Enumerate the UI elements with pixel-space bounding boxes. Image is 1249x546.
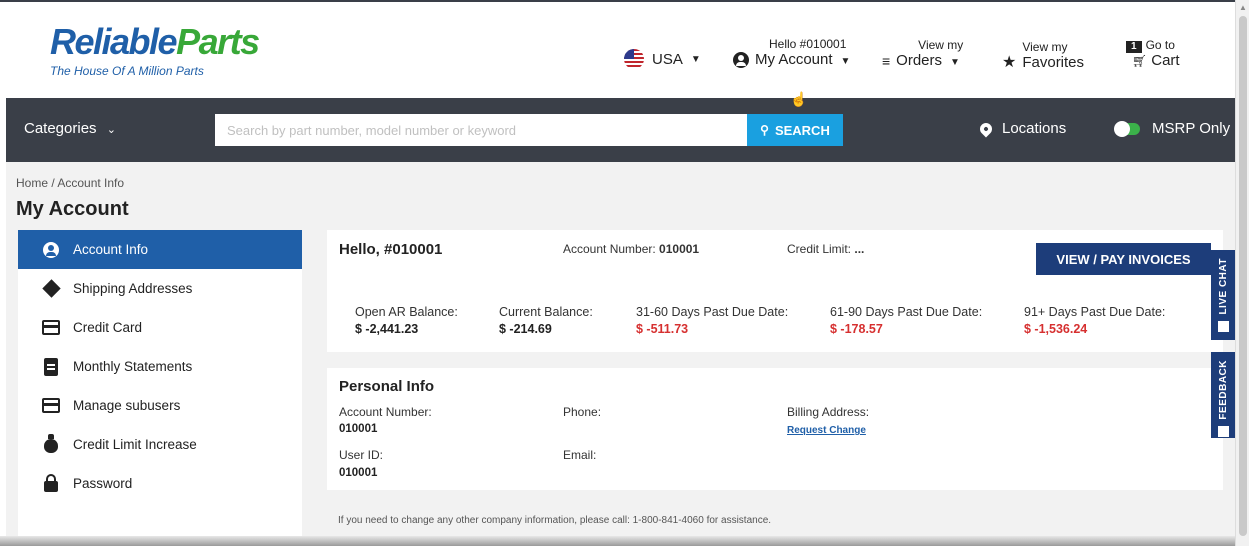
account-label: My Account ▼ [755,51,851,68]
past-due-91-plus: 91+ Days Past Due Date: $ -1,536.24 [1024,305,1166,336]
search-input[interactable] [215,114,747,146]
chevron-down-icon: ▼ [690,53,701,65]
user-id-label: User ID: [339,448,384,462]
orders-small-label: View my [918,38,964,52]
account-number-label: Account Number: [339,405,432,419]
feedback-tab[interactable]: FEEDBACK [1211,352,1236,438]
sidebar-item-label: Password [73,476,133,491]
chevron-down-icon: ⌄ [106,124,116,136]
credit-card-icon [42,319,60,337]
country-label: USA [652,50,683,68]
search-icon: ⚲ [760,123,769,137]
cart-small-label: 1 Go to [1126,38,1180,53]
scroll-thumb[interactable] [1239,16,1247,536]
cart-icon: 🛒︎ [1132,54,1148,68]
comment-icon [1218,425,1229,437]
my-account-menu[interactable]: Hello #010001 My Account ▼ [733,37,850,69]
cart-link[interactable]: 1 Go to 🛒︎ Cart [1126,38,1180,69]
live-chat-label: LIVE CHAT [1218,258,1229,315]
locations-link[interactable]: Locations [977,120,1066,137]
sidebar-item-label: Credit Card [73,320,143,335]
orders-menu[interactable]: ≡ View my Orders ▼ [882,38,963,70]
user-circle-icon [733,52,749,68]
toggle-switch-icon [1114,120,1140,137]
account-number: Account Number: 010001 [563,242,700,256]
sidebar-item-label: Shipping Addresses [73,281,193,296]
sidebar-item-credit-limit-increase[interactable]: Credit Limit Increase [18,425,302,464]
sidebar-item-label: Account Info [73,242,149,257]
country-selector[interactable]: USA ▼ [624,49,701,69]
direction-sign-icon [41,279,61,298]
categories-menu[interactable]: Categories ⌄ [24,120,116,137]
favorites-link[interactable]: ★ View my Favorites [1002,38,1084,72]
hello-heading: Hello, #010001 [339,241,443,258]
view-pay-invoices-button[interactable]: VIEW / PAY INVOICES [1036,243,1211,275]
personal-info-heading: Personal Info [339,378,435,395]
sidebar-item-label: Monthly Statements [73,359,193,374]
billing-address-label: Billing Address: [787,405,870,419]
clipboard-icon [42,357,60,376]
live-chat-tab[interactable]: LIVE CHAT [1211,250,1236,340]
sidebar-item-password[interactable]: Password [18,464,302,503]
breadcrumb[interactable]: Home / Account Info [16,176,124,190]
sidebar-item-shipping-addresses[interactable]: Shipping Addresses [18,269,302,308]
msrp-toggle[interactable]: MSRP Only [1114,120,1230,137]
lock-icon [42,474,60,493]
window-top-border [0,0,1235,7]
orders-label: Orders ▼ [896,52,960,69]
main-navbar: Categories ⌄ ⚲ SEARCH Locations MSRP Onl… [6,98,1235,162]
map-pin-icon [977,120,995,137]
logo-tagline: The House Of A Million Parts [50,64,204,78]
cart-count-badge: 1 [1126,41,1142,53]
feedback-label: FEEDBACK [1218,360,1229,420]
account-number-value: 010001 [339,423,378,435]
chat-icon [1218,320,1229,332]
favorites-small-label: View my [1022,40,1068,54]
phone-label: Phone: [563,405,602,419]
search-button[interactable]: ⚲ SEARCH [747,114,843,146]
scroll-up-arrow-icon[interactable]: ▲ [1239,3,1247,12]
assistance-note: If you need to change any other company … [338,515,772,526]
star-icon: ★ [1002,54,1017,71]
past-due-61-90: 61-90 Days Past Due Date: $ -178.57 [830,305,983,336]
favorites-label: Favorites [1022,54,1085,71]
email-label: Email: [563,448,597,462]
bottom-edge-shade [0,536,1235,546]
open-ar-balance: Open AR Balance: $ -2,441.23 [355,305,458,336]
sidebar-item-account-info[interactable]: Account Info [18,230,302,269]
account-greeting: Hello #010001 [769,37,847,51]
money-bag-icon [42,434,60,454]
sidebar-item-label: Credit Limit Increase [73,437,197,452]
sidebar-item-monthly-statements[interactable]: Monthly Statements [18,347,302,386]
logo[interactable]: ReliableParts The House Of A Million Par… [50,21,260,79]
logo-wordmark: ReliableParts [50,21,260,62]
current-balance: Current Balance: $ -214.69 [499,305,593,336]
sidebar-item-label: Manage subusers [73,398,181,413]
cart-label: 🛒︎ Cart [1132,52,1180,69]
chevron-down-icon: ▼ [840,56,851,67]
page-title: My Account [16,198,129,220]
user-id-value: 010001 [339,467,378,479]
request-change-link[interactable]: Request Change [787,425,866,436]
sidebar-item-manage-subusers[interactable]: Manage subusers [18,386,302,425]
user-circle-icon [42,241,60,259]
sidebar-item-credit-card[interactable]: Credit Card [18,308,302,347]
page-scrollbar[interactable]: ▲ [1235,0,1249,546]
site-header: ReliableParts The House Of A Million Par… [0,7,1235,98]
hand-cursor-icon: ☝ [790,91,808,107]
id-card-icon [42,397,60,415]
chevron-down-icon: ▼ [950,57,960,68]
list-icon: ≡ [882,53,891,69]
personal-info-card: Personal Info Account Number: 010001 Pho… [327,368,1223,490]
us-flag-icon [624,49,644,69]
account-sidebar: Account Info Shipping Addresses Credit C… [18,230,302,540]
past-due-31-60: 31-60 Days Past Due Date: $ -511.73 [636,305,789,336]
credit-limit: Credit Limit: ... [787,242,865,256]
account-summary-card: Hello, #010001 Account Number: 010001 Cr… [327,230,1223,352]
